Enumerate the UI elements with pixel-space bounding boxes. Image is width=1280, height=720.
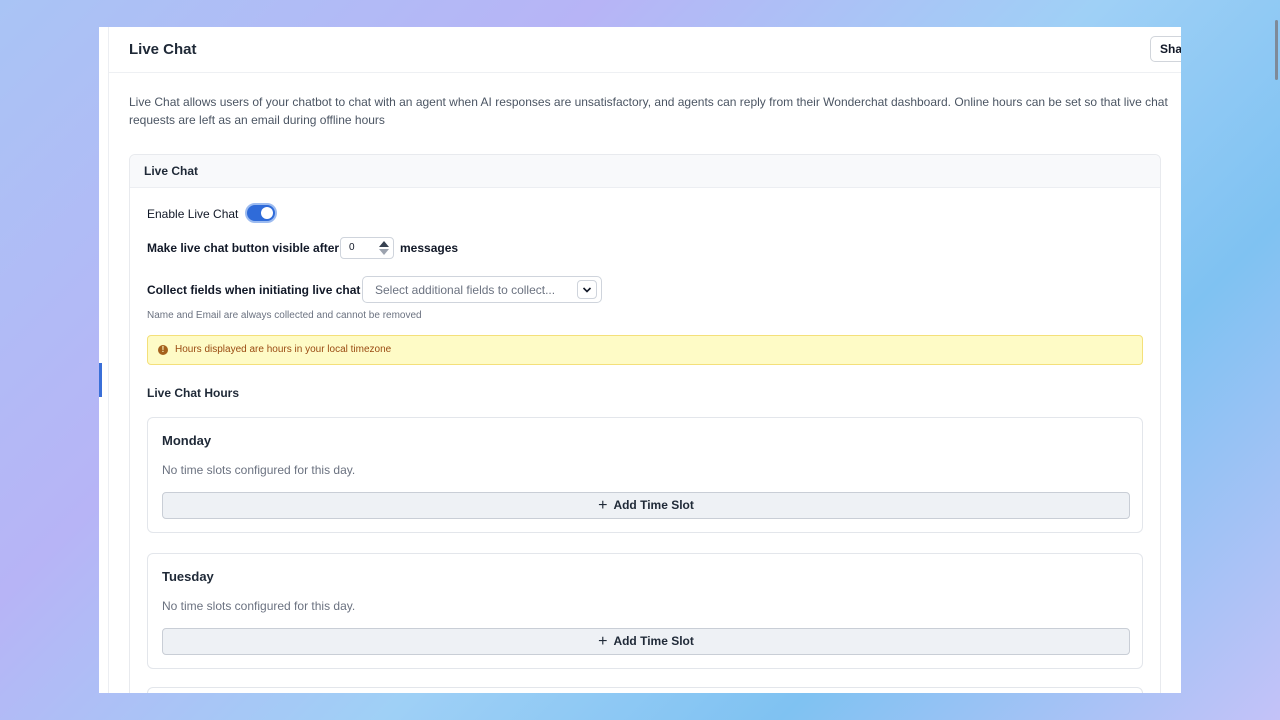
day-name: Tuesday [162, 569, 214, 584]
header-bar: Live Chat Share [109, 27, 1181, 73]
day-name: Monday [162, 433, 212, 448]
enable-live-chat-toggle[interactable] [245, 203, 277, 223]
sidebar-active-marker [99, 363, 102, 397]
panel-title: Live Chat [130, 155, 1160, 188]
plus-icon: + [598, 497, 608, 514]
day-empty-text: No time slots configured for this day. [162, 599, 356, 613]
visible-after-stepper[interactable]: 0 [340, 237, 394, 259]
collect-fields-select[interactable]: Select additional fields to collect... [362, 276, 602, 303]
day-card-tuesday: Tuesday No time slots configured for thi… [147, 553, 1143, 669]
collect-fields-label: Collect fields when initiating live chat [147, 283, 361, 297]
sidebar-rail [99, 27, 109, 693]
messages-suffix: messages [400, 241, 459, 255]
enable-live-chat-label: Enable Live Chat [147, 207, 239, 221]
stepper-value: 0 [349, 242, 355, 253]
page-scrollbar[interactable] [1273, 0, 1280, 720]
plus-icon: + [598, 633, 608, 650]
live-chat-panel: Live Chat Enable Live Chat Make live cha… [129, 154, 1161, 693]
share-button[interactable]: Share [1150, 36, 1181, 62]
timezone-alert: ! Hours displayed are hours in your loca… [147, 335, 1143, 365]
add-time-slot-button[interactable]: + Add Time Slot [162, 492, 1130, 519]
day-card-next [147, 687, 1143, 693]
stepper-arrows-icon[interactable] [378, 239, 390, 257]
add-time-slot-label: Add Time Slot [613, 634, 694, 648]
page-description: Live Chat allows users of your chatbot t… [129, 95, 1168, 127]
add-time-slot-button[interactable]: + Add Time Slot [162, 628, 1130, 655]
chevron-down-icon[interactable] [577, 280, 597, 299]
scrollbar-thumb[interactable] [1275, 20, 1278, 80]
day-card-monday: Monday No time slots configured for this… [147, 417, 1143, 533]
app-window: Live Chat Share Live Chat allows users o… [99, 27, 1181, 693]
arrow-up-icon[interactable] [379, 241, 389, 247]
page-title: Live Chat [129, 41, 197, 58]
add-time-slot-label: Add Time Slot [613, 498, 694, 512]
select-placeholder: Select additional fields to collect... [375, 283, 556, 297]
arrow-down-icon[interactable] [379, 249, 389, 255]
info-icon: ! [158, 345, 168, 355]
toggle-knob [261, 207, 273, 219]
visible-after-label: Make live chat button visible after [147, 241, 340, 255]
live-chat-hours-title: Live Chat Hours [147, 386, 240, 400]
collect-fields-hint: Name and Email are always collected and … [147, 310, 422, 321]
day-empty-text: No time slots configured for this day. [162, 463, 356, 477]
alert-text: Hours displayed are hours in your local … [175, 344, 392, 355]
